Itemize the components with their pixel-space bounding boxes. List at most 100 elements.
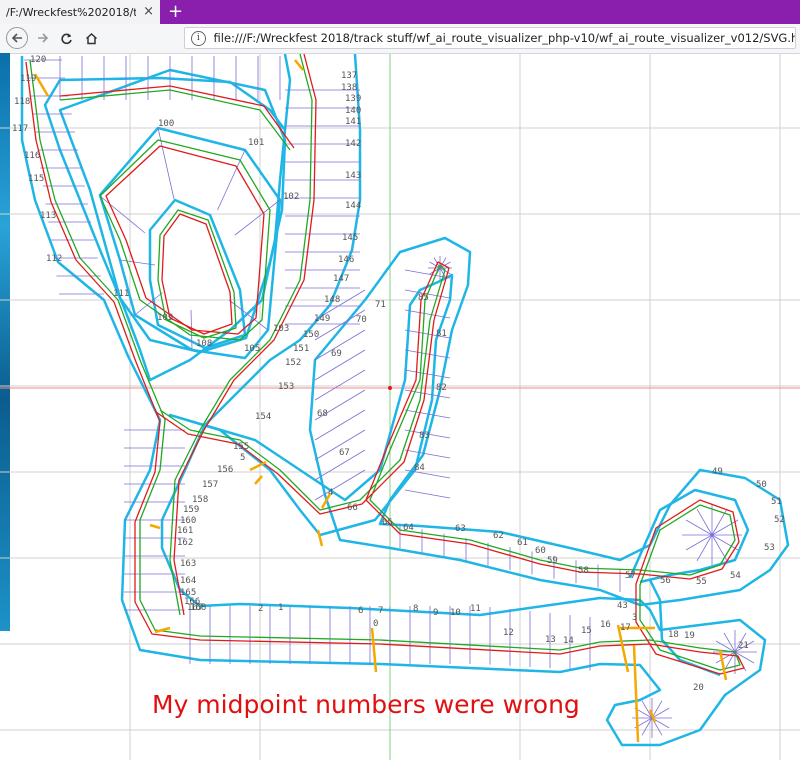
waypoint-label: 0 (373, 619, 378, 629)
waypoint-label: 6 (358, 606, 363, 616)
waypoint-label: 13 (545, 635, 556, 645)
waypoint-label: 140 (345, 106, 361, 116)
waypoint-label: 60 (535, 546, 546, 556)
rib-line (234, 199, 281, 236)
close-icon[interactable]: × (143, 4, 154, 19)
waypoint-label: 9 (433, 608, 438, 618)
waypoint-label: 154 (255, 412, 271, 422)
waypoint-label: 84 (414, 463, 425, 473)
waypoint-label: 51 (771, 497, 782, 507)
waypoint-label: 15 (581, 626, 592, 636)
back-button[interactable] (6, 27, 28, 49)
rib-line (404, 449, 451, 459)
waypoint-label: 103 (273, 324, 289, 334)
waypoint-label: 105 (244, 344, 260, 354)
home-icon (85, 32, 97, 44)
waypoint-label: 18 (668, 630, 679, 640)
waypoint-label: 49 (712, 467, 723, 477)
waypoint-label: 16 (600, 620, 611, 630)
waypoint-label: 118 (14, 97, 30, 107)
waypoint-label: 1 (278, 603, 283, 613)
waypoint-label: 142 (345, 139, 361, 149)
waypoint-label: 150 (303, 330, 319, 340)
waypoint-label: 137 (341, 71, 357, 81)
waypoint-label: 117 (12, 124, 28, 134)
rib-line (404, 309, 451, 319)
address-bar[interactable]: i file:///F:/Wreckfest 2018/track stuff/… (184, 27, 796, 49)
grid (0, 54, 800, 760)
waypoint-label: 151 (293, 344, 309, 354)
origin-point (388, 386, 392, 390)
waypoint-label: 113 (40, 211, 56, 221)
waypoint-label: 11 (470, 604, 481, 614)
waypoint-label: 83 (419, 431, 430, 441)
waypoint-label: 4 (328, 488, 333, 498)
waypoint-label: 159 (183, 505, 199, 515)
waypoint-label: 109 (157, 313, 173, 323)
waypoint-label: 56 (660, 576, 671, 586)
waypoint-label: 17 (620, 623, 631, 633)
waypoint-label: 53 (764, 543, 775, 553)
waypoint-label: 70 (356, 315, 367, 325)
waypoint-label: 100 (158, 119, 174, 129)
url-text[interactable]: file:///F:/Wreckfest 2018/track stuff/wf… (214, 31, 795, 45)
waypoint-label: 157 (202, 480, 218, 490)
waypoint-labels: 0123456 7 8 9 10 111213 141516 1718 192021434950… (12, 55, 785, 693)
waypoint-label: 54 (730, 571, 741, 581)
waypoint-label: 112 (46, 254, 62, 264)
waypoint-label: 5 (240, 453, 245, 463)
waypoint-label: 160 (180, 516, 196, 526)
reload-icon (60, 33, 72, 44)
tab-title: /F:/Wreckfest%202018/track%20stu (6, 5, 136, 19)
waypoint-label: 111 (113, 289, 129, 299)
waypoint-label: 61 (517, 538, 528, 548)
waypoint-label: 164 (180, 576, 196, 586)
waypoint-label: 20 (693, 683, 704, 693)
waypoint-label: 149 (314, 314, 330, 324)
waypoint-label: 148 (324, 295, 340, 305)
waypoint-label: 120 (30, 55, 46, 65)
waypoint-label: 161 (177, 526, 193, 536)
waypoint-label: 119 (20, 74, 36, 84)
home-button[interactable] (80, 27, 102, 49)
waypoint-label: 59 (547, 556, 558, 566)
waypoint-label: 155 (233, 442, 249, 452)
waypoint-label: 50 (756, 480, 767, 490)
waypoint-label: 2 (258, 604, 263, 614)
waypoint-label: 153 (278, 382, 294, 392)
waypoint-label: 66 (347, 503, 358, 513)
route-lines (25, 54, 745, 675)
waypoint-label: 12 (503, 628, 514, 638)
waypoint-label: 19 (684, 631, 695, 641)
rib-line (404, 349, 451, 359)
reload-button[interactable] (55, 27, 77, 49)
waypoint-label: 147 (333, 274, 349, 284)
waypoint-label: 115 (28, 174, 44, 184)
waypoint-label: 152 (285, 358, 301, 368)
tab-active[interactable]: /F:/Wreckfest%202018/track%20stu × (0, 0, 160, 24)
waypoint-label: 3 (632, 613, 637, 623)
waypoint-label: 138 (341, 83, 357, 93)
rib-line (314, 369, 366, 401)
waypoint-label: 146 (338, 255, 354, 265)
waypoint-label: 158 (192, 495, 208, 505)
waypoint-label: 69 (331, 349, 342, 359)
new-tab-button[interactable]: + (168, 1, 183, 23)
info-icon[interactable]: i (191, 30, 206, 46)
waypoint-label: 144 (345, 201, 361, 211)
annotation-caption: My midpoint numbers were wrong (152, 690, 580, 719)
forward-button[interactable] (32, 27, 54, 49)
waypoint-label: 81 (436, 329, 447, 339)
waypoint-label: 14 (563, 636, 574, 646)
waypoint-label: 64 (403, 523, 414, 533)
waypoint-label: 71 (375, 300, 386, 310)
waypoint-label: 52 (774, 515, 785, 525)
waypoint-label: 65 (382, 518, 393, 528)
waypoint-label: 62 (493, 531, 504, 541)
waypoint-label: 57 (625, 571, 636, 581)
arrow-left-icon (11, 33, 22, 43)
arrow-right-icon (38, 33, 49, 43)
waypoint-label: 10 (450, 608, 461, 618)
waypoint-label: 168 (190, 603, 206, 613)
navigation-toolbar: i file:///F:/Wreckfest 2018/track stuff/… (0, 24, 800, 54)
